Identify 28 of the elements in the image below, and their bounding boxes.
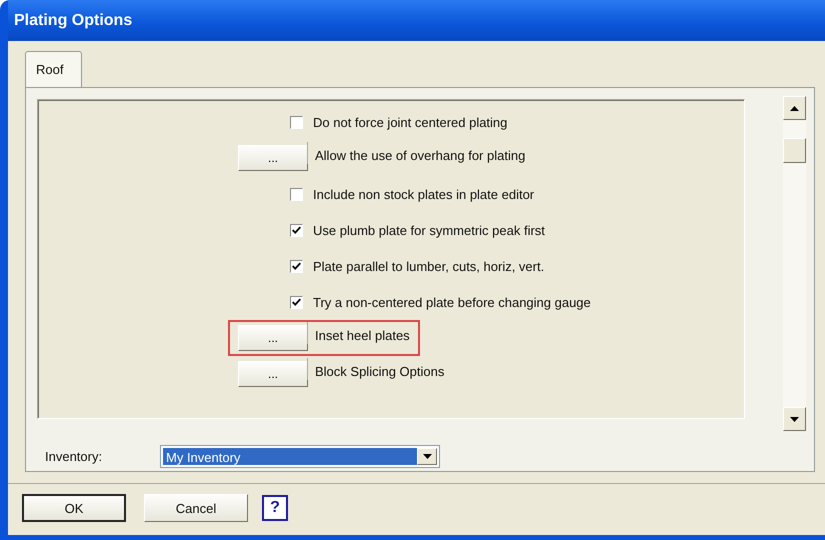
tab[interactable]: Roof [25, 51, 82, 87]
inventory-dropdown[interactable]: My Inventory [160, 445, 440, 468]
scrollbar[interactable] [783, 96, 806, 431]
scroll-down-icon[interactable] [783, 407, 806, 431]
checkbox[interactable] [290, 224, 303, 236]
scroll-thumb[interactable] [783, 138, 806, 163]
inventory-label: Inventory: [45, 449, 104, 464]
options-button[interactable]: ... [238, 361, 308, 387]
option-label: Inset heel plates [307, 322, 410, 344]
options-button[interactable]: ... [238, 325, 308, 351]
dialog-button[interactable]: OK [22, 494, 126, 522]
option-label: Include non stock plates in plate editor [313, 186, 534, 202]
checkbox[interactable] [290, 116, 303, 128]
option-label: Try a non-centered plate before changing gauge [313, 294, 591, 310]
checkbox[interactable] [290, 188, 303, 200]
scroll-up-icon[interactable] [783, 96, 806, 120]
dialog-button[interactable]: Cancel [144, 494, 248, 522]
dropdown-arrow-icon[interactable] [422, 454, 432, 459]
option-label: Use plumb plate for symmetric peak first [313, 222, 545, 238]
checkbox[interactable] [290, 296, 303, 308]
option-label: Allow the use of overhang for plating [307, 142, 526, 164]
option-label: Block Splicing Options [307, 358, 444, 380]
option-label: Do not force joint centered plating [313, 114, 508, 130]
help-button[interactable]: ? [262, 495, 288, 521]
window-title: Plating Options [14, 12, 132, 30]
option-label: Plate parallel to lumber, cuts, horiz, vert. [313, 258, 544, 274]
checkbox[interactable] [290, 260, 303, 272]
options-button[interactable]: ... [238, 145, 308, 171]
